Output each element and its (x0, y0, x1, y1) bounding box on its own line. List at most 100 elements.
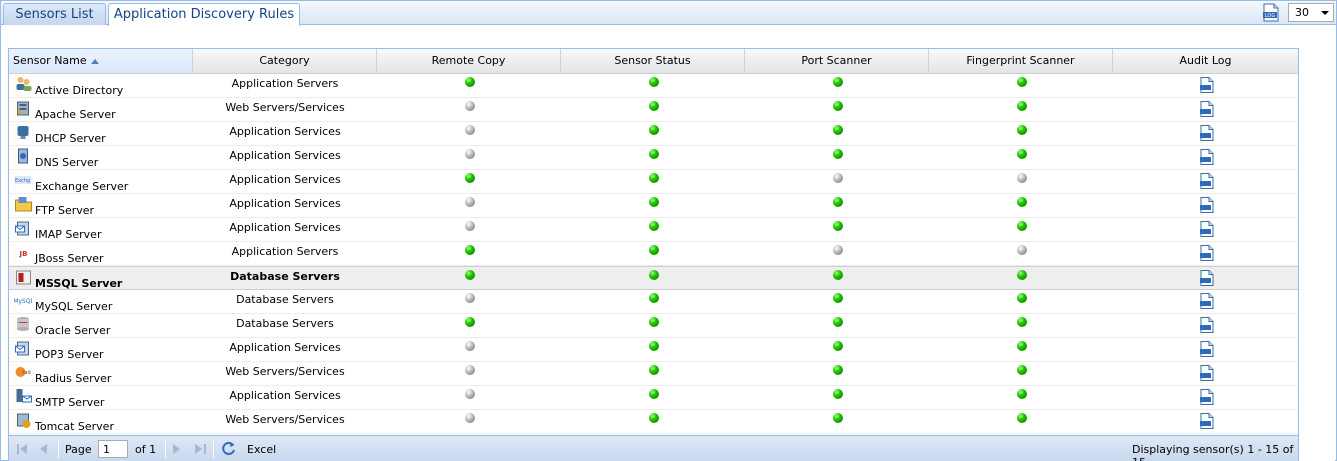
audit-log-icon[interactable] (1200, 317, 1214, 333)
table-row[interactable]: Apache Server Web Servers/Services (9, 98, 1298, 122)
remote-copy-status-icon (465, 317, 475, 327)
users-icon (16, 77, 32, 91)
table-row[interactable]: MSSQL Server Database Servers (9, 266, 1298, 290)
audit-log-icon[interactable] (1200, 270, 1214, 286)
grid-body: Active Directory Application Servers Apach… (9, 74, 1298, 434)
category-cell: Application Services (229, 173, 341, 186)
svg-text:LOG: LOG (1265, 13, 1276, 19)
table-row[interactable]: rad Radius Server Web Servers/Services (9, 362, 1298, 386)
category-cell: Application Services (229, 197, 341, 210)
audit-log-icon[interactable] (1200, 341, 1214, 357)
category-cell: Database Servers (236, 293, 334, 306)
port-scanner-status-icon (833, 149, 843, 159)
sensor-status-icon (649, 197, 659, 207)
excel-export-button[interactable]: Excel (247, 443, 276, 456)
column-header-sensor-status[interactable]: Sensor Status (561, 49, 745, 73)
svg-text:rad: rad (22, 370, 30, 376)
paging-toolbar: Page of 1 Excel Displaying sensor(s) 1 -… (9, 435, 1298, 461)
pager-separator (58, 440, 59, 458)
pager-separator (165, 440, 166, 458)
sensor-name-label: DHCP Server (35, 132, 106, 145)
remote-copy-status-icon (465, 389, 475, 399)
remote-copy-status-icon (465, 413, 475, 423)
column-header-fingerprint-scanner[interactable]: Fingerprint Scanner (929, 49, 1113, 73)
table-row[interactable]: Active Directory Application Servers (9, 74, 1298, 98)
column-header-category[interactable]: Category (193, 49, 377, 73)
remote-copy-status-icon (465, 173, 475, 183)
audit-log-icon[interactable] (1200, 101, 1214, 117)
sensor-name-cell: JB JBoss Server (9, 242, 193, 266)
audit-log-icon[interactable] (1200, 197, 1214, 213)
sensor-status-icon (649, 149, 659, 159)
audit-log-icon[interactable] (1200, 293, 1214, 309)
table-row[interactable]: Oracle Server Database Servers (9, 314, 1298, 338)
tab-bar: Sensors List Application Discovery Rules… (1, 1, 1336, 26)
remote-copy-status-icon (465, 293, 475, 303)
mail-server-icon (15, 341, 29, 356)
fingerprint-scanner-status-icon (1017, 317, 1027, 327)
audit-log-icon[interactable] (1200, 365, 1214, 381)
sensor-name-label: Tomcat Server (35, 420, 114, 433)
app-window: Sensors List Application Discovery Rules… (0, 0, 1337, 461)
table-row[interactable]: Exchg Exchange Server Application Services (9, 170, 1298, 194)
table-row[interactable]: DHCP Server Application Services (9, 122, 1298, 146)
remote-copy-status-icon (465, 125, 475, 135)
category-cell: Web Servers/Services (225, 101, 345, 114)
port-scanner-status-icon (833, 197, 843, 207)
column-header-remote-copy[interactable]: Remote Copy (377, 49, 561, 73)
category-cell: Application Servers (231, 245, 339, 258)
fingerprint-scanner-status-icon (1017, 101, 1027, 111)
sensor-name-cell: Active Directory (9, 74, 193, 98)
table-row[interactable]: SMTP Server Application Services (9, 386, 1298, 410)
audit-log-icon[interactable] (1200, 149, 1214, 165)
tab-sensors-list[interactable]: Sensors List (3, 3, 106, 25)
audit-log-icon[interactable] (1200, 221, 1214, 237)
table-row[interactable]: JB JBoss Server Application Servers (9, 242, 1298, 266)
paging-display-text: Displaying sensor(s) 1 - 15 of 15 (1132, 443, 1294, 461)
sensor-status-icon (649, 293, 659, 303)
previous-page-icon[interactable] (40, 444, 48, 454)
audit-log-icon[interactable] (1200, 245, 1214, 261)
last-page-icon[interactable] (195, 444, 206, 454)
port-scanner-status-icon (833, 77, 843, 87)
audit-log-icon[interactable] (1200, 413, 1214, 429)
audit-log-icon[interactable] (1200, 173, 1214, 189)
first-page-icon[interactable] (17, 444, 28, 454)
category-cell: Application Services (229, 125, 341, 138)
tab-application-discovery-rules[interactable]: Application Discovery Rules (108, 3, 300, 26)
table-row[interactable]: IMAP Server Application Services (9, 218, 1298, 242)
column-header-port-scanner[interactable]: Port Scanner (745, 49, 929, 73)
table-row[interactable]: DNS Server Application Services (9, 146, 1298, 170)
column-header-label: Sensor Name (13, 54, 87, 67)
page-size-select[interactable]: 30 (1288, 3, 1334, 22)
port-scanner-status-icon (833, 341, 843, 351)
chevron-down-icon (1321, 11, 1329, 15)
page-number-input[interactable] (98, 440, 128, 458)
next-page-icon[interactable] (173, 444, 181, 454)
column-header-audit-log[interactable]: Audit Log (1113, 49, 1298, 73)
sensor-name-cell: Apache Server (9, 98, 193, 122)
sensor-name-label: Active Directory (35, 84, 124, 97)
table-row[interactable]: Tomcat Server Web Servers/Services (9, 410, 1298, 434)
audit-log-icon[interactable] (1200, 125, 1214, 141)
category-cell: Application Servers (231, 77, 339, 90)
table-row[interactable]: FTP Server Application Services (9, 194, 1298, 218)
remote-copy-status-icon (465, 101, 475, 111)
log-icon[interactable]: LOG (1262, 3, 1280, 22)
svg-text:MySQL: MySQL (14, 298, 32, 305)
column-header-sensor-name[interactable]: Sensor Name (9, 49, 193, 73)
sensor-status-icon (649, 413, 659, 423)
category-cell: Application Services (229, 149, 341, 162)
table-row[interactable]: MySQLMySQL Server Database Servers (9, 290, 1298, 314)
grid-header: Sensor Name Category Remote Copy Sensor … (9, 49, 1298, 74)
refresh-icon[interactable] (221, 441, 236, 456)
sensor-status-icon (649, 245, 659, 255)
dns-icon (18, 148, 28, 164)
fingerprint-scanner-status-icon (1017, 245, 1027, 255)
audit-log-icon[interactable] (1200, 77, 1214, 93)
table-row[interactable]: POP3 Server Application Services (9, 338, 1298, 362)
port-scanner-status-icon (833, 245, 843, 255)
audit-log-icon[interactable] (1200, 389, 1214, 405)
tomcat-icon (17, 413, 31, 428)
sensor-name-label: MSSQL Server (35, 277, 123, 290)
